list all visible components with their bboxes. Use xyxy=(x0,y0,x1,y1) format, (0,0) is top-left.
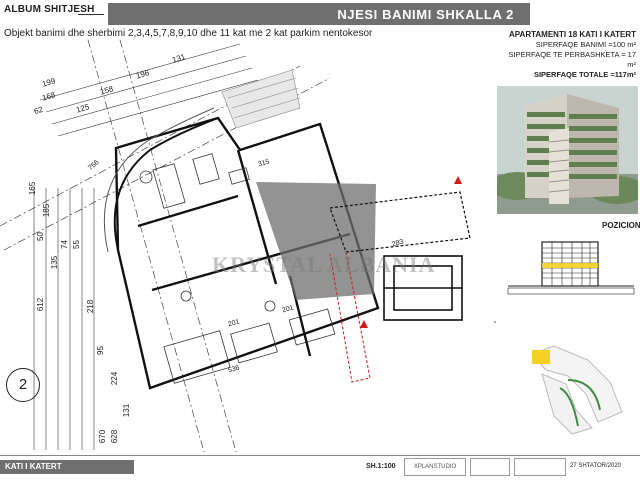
dim-label: 165 xyxy=(28,181,38,196)
area-total: SIPERFAQE TOTALE =117m² xyxy=(533,70,636,79)
elevation-key xyxy=(506,234,636,300)
floor-label: KATI I KATERT xyxy=(0,460,134,474)
site-plan-key xyxy=(502,330,636,440)
dim-label: 74 xyxy=(59,240,69,249)
dim-label: 131 xyxy=(122,403,132,418)
dim-label: 55 xyxy=(71,240,81,249)
dim-label: 670 xyxy=(98,429,108,444)
date-label: 27 SHTATOR/2020 xyxy=(570,463,622,469)
area-common: SIPERFAQE TE PERBASHKETA = 17 m² xyxy=(508,50,636,69)
title-block-cell xyxy=(470,458,510,476)
dim-label: 218 xyxy=(86,299,96,314)
position-label: POZICIONI xyxy=(602,221,640,230)
watermark-text: KRYSTAL ALBANIA xyxy=(212,252,436,277)
album-header: ALBUM SHITJESH xyxy=(0,0,104,22)
title-block-cell xyxy=(514,458,566,476)
band-title: NJESI BANIMI SHKALLA 2 xyxy=(337,7,514,22)
dim-label: 50 xyxy=(35,232,45,241)
dim-label: 628 xyxy=(110,429,120,444)
elevation-icon xyxy=(507,241,635,295)
apartment-info: APARTAMENTI 18 KATI I KATERT SIPERFAQE B… xyxy=(498,30,636,80)
title-band: NJESI BANIMI SHKALLA 2 xyxy=(108,3,530,25)
dim-label: 95 xyxy=(95,346,105,355)
building-render-icon xyxy=(497,86,638,214)
dim-label: 224 xyxy=(110,371,120,386)
site-plan-icon xyxy=(531,345,623,435)
dim-label: 135 xyxy=(50,255,60,270)
axis-marker: 2 xyxy=(6,368,40,402)
dim-label: 185 xyxy=(42,203,52,218)
axis-marker-label: 2 xyxy=(18,376,28,393)
area-living: SIPERFAQE BANIMI =100 m² xyxy=(535,40,636,49)
album-underline xyxy=(78,14,104,15)
dim-label: 612 xyxy=(36,297,46,312)
apartment-title: APARTAMENTI 18 KATI I KATERT xyxy=(509,30,636,39)
studio-logo: XPLANSTUDIO xyxy=(404,458,466,476)
title-block: KATI I KATERT SH.1:100 XPLANSTUDIO 27 SH… xyxy=(0,455,640,480)
scale-label: SH.1:100 xyxy=(366,463,396,470)
building-render-image xyxy=(497,86,638,214)
